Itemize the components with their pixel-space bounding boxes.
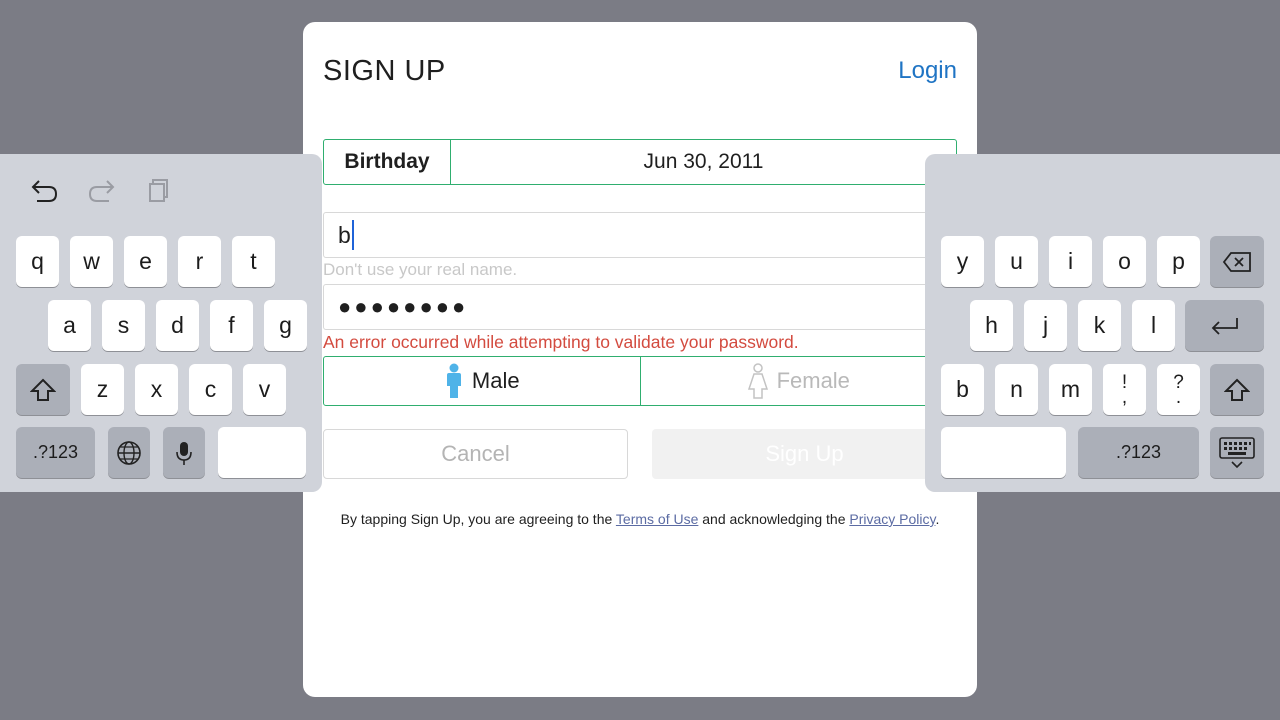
key-p[interactable]: p (1157, 236, 1200, 287)
backspace-icon (1222, 251, 1251, 272)
shift-icon (1224, 378, 1250, 401)
birthday-label: Birthday (324, 140, 451, 184)
key-g[interactable]: g (264, 300, 307, 351)
key-s[interactable]: s (102, 300, 145, 351)
username-hint: Don't use your real name. (323, 260, 518, 279)
page-title: SIGN UP (323, 55, 446, 87)
key-f[interactable]: f (210, 300, 253, 351)
terms-of-use-link[interactable]: Terms of Use (616, 511, 698, 527)
key-o[interactable]: o (1103, 236, 1146, 287)
username-input[interactable]: b (323, 212, 957, 258)
key-h[interactable]: h (970, 300, 1013, 351)
return-key[interactable] (1185, 300, 1264, 351)
hide-keyboard-key[interactable] (1210, 427, 1264, 478)
male-icon (446, 363, 461, 398)
key-c[interactable]: c (189, 364, 232, 415)
key-v[interactable]: v (243, 364, 286, 415)
password-error: An error occurred while attempting to va… (323, 332, 799, 352)
legal-suffix: . (935, 511, 940, 527)
key-k[interactable]: k (1078, 300, 1121, 351)
key-t[interactable]: t (232, 236, 275, 287)
key-q[interactable]: q (16, 236, 59, 287)
globe-icon (117, 440, 141, 465)
gender-female-label: Female (776, 368, 850, 393)
space-key-left[interactable] (218, 427, 306, 478)
key-y[interactable]: y (941, 236, 984, 287)
privacy-policy-link[interactable]: Privacy Policy (849, 511, 935, 527)
key-r[interactable]: r (178, 236, 221, 287)
password-value: ●●●●●●●● (338, 294, 469, 319)
shift-key-right[interactable] (1210, 364, 1264, 415)
legal-middle: and acknowledging the (698, 511, 850, 527)
key-m[interactable]: m (1049, 364, 1092, 415)
key-l[interactable]: l (1132, 300, 1175, 351)
signup-card: SIGN UP Login Birthday Jun 30, 2011 b Do… (303, 22, 977, 697)
gender-selector: Male Female (323, 356, 957, 406)
birthday-row[interactable]: Birthday Jun 30, 2011 (323, 139, 957, 185)
key-u[interactable]: u (995, 236, 1038, 287)
keyboard-left-half: q w e r t a s d f g z x c v .?123 (0, 154, 322, 492)
microphone-icon (176, 441, 192, 465)
key-comma-bottom: , (1121, 386, 1128, 408)
key-b[interactable]: b (941, 364, 984, 415)
globe-key[interactable] (108, 427, 150, 478)
shift-icon (30, 378, 56, 401)
key-z[interactable]: z (81, 364, 124, 415)
shift-key-left[interactable] (16, 364, 70, 415)
key-e[interactable]: e (124, 236, 167, 287)
text-cursor (351, 220, 354, 250)
login-link[interactable]: Login (898, 57, 957, 85)
username-value: b (338, 221, 351, 248)
gender-male-option[interactable]: Male (324, 357, 641, 405)
birthday-value[interactable]: Jun 30, 2011 (451, 140, 956, 184)
legal-notice: By tapping Sign Up, you are agreeing to … (303, 511, 977, 527)
undo-icon[interactable] (28, 176, 60, 204)
gender-male-label: Male (471, 368, 520, 393)
key-i[interactable]: i (1049, 236, 1092, 287)
gender-female-option[interactable]: Female (641, 357, 957, 405)
paste-icon[interactable] (143, 176, 175, 204)
key-exclaim-comma[interactable]: !, (1103, 364, 1146, 415)
keyboard-right-half: y u i o p h j k l b n m !, ?. .?123 (925, 154, 1280, 492)
legal-prefix: By tapping Sign Up, you are agreeing to … (340, 511, 616, 527)
numbers-key-right[interactable]: .?123 (1078, 427, 1199, 478)
female-icon (747, 363, 768, 399)
key-n[interactable]: n (995, 364, 1038, 415)
key-w[interactable]: w (70, 236, 113, 287)
key-d[interactable]: d (156, 300, 199, 351)
key-a[interactable]: a (48, 300, 91, 351)
key-question-period[interactable]: ?. (1157, 364, 1200, 415)
hide-keyboard-icon (1219, 436, 1255, 468)
key-x[interactable]: x (135, 364, 178, 415)
cancel-button[interactable]: Cancel (323, 429, 628, 479)
password-input[interactable]: ●●●●●●●● (323, 284, 957, 330)
space-key-right[interactable] (941, 427, 1066, 478)
redo-icon[interactable] (86, 176, 118, 204)
key-j[interactable]: j (1024, 300, 1067, 351)
dictation-key[interactable] (163, 427, 205, 478)
return-icon (1211, 317, 1238, 335)
signup-button[interactable]: Sign Up (652, 429, 957, 479)
numbers-key-left[interactable]: .?123 (16, 427, 95, 478)
backspace-key[interactable] (1210, 236, 1264, 287)
key-period-bottom: . (1175, 386, 1182, 408)
